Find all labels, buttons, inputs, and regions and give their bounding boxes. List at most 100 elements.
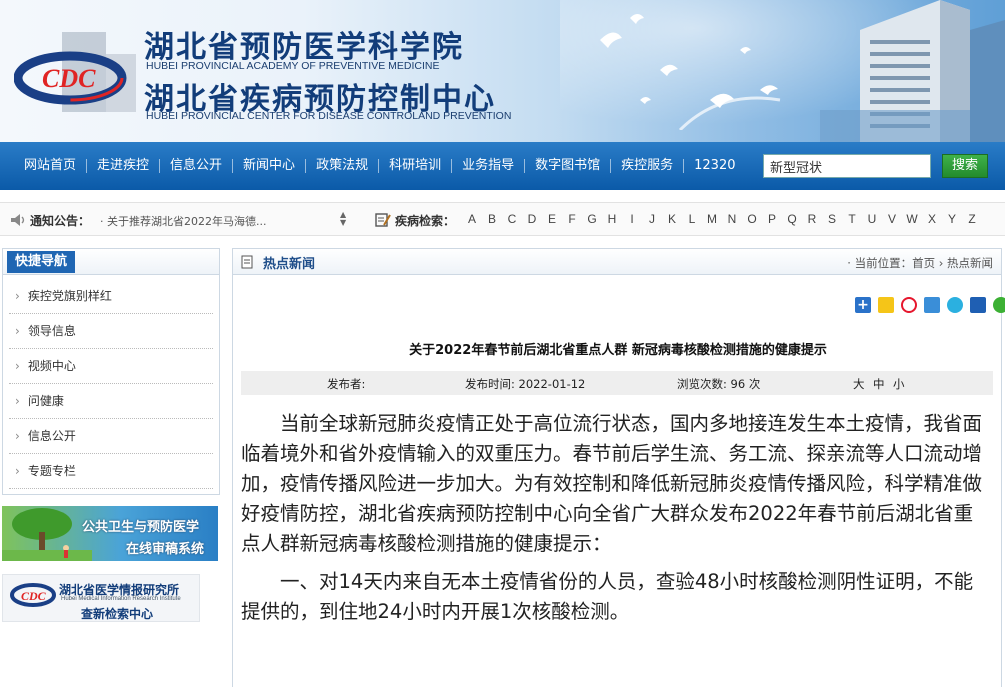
quick-nav-label: 问健康	[27, 394, 64, 408]
quick-nav-item[interactable]: › 问健康	[9, 384, 213, 419]
doves-illustration	[600, 14, 781, 130]
chevron-right-icon: ›	[15, 289, 20, 303]
letter-link[interactable]: I	[622, 212, 642, 226]
nav-item-research[interactable]: 科研培训	[378, 159, 451, 173]
nav-item-guidance[interactable]: 业务指导	[451, 159, 524, 173]
quick-nav-item[interactable]: › 视频中心	[9, 349, 213, 384]
novelty-search-banner[interactable]: CDC 湖北省医学情报研究所 Hubei Medical Information…	[2, 574, 200, 622]
letter-link[interactable]: X	[922, 212, 942, 226]
letter-link[interactable]: E	[542, 212, 562, 226]
nav-item-hotline[interactable]: 12320	[683, 159, 745, 173]
quick-nav-list: › 疾控党旗别样红 › 领导信息 › 视频中心 › 问健康 › 信息公开 › 专题专栏	[3, 275, 219, 489]
nav-item-policy[interactable]: 政策法规	[305, 159, 378, 173]
notice-scroll-arrows-icon[interactable]: ▲ ▼	[340, 211, 352, 227]
quick-nav-item[interactable]: › 疾控党旗别样红	[9, 279, 213, 314]
cdc-small-logo-icon: CDC	[10, 583, 56, 607]
article-paragraph: 一、对14天内来自无本土疫情省份的人员，查验48小时核酸检测阴性证明，不能提供的…	[241, 570, 974, 623]
font-size-small[interactable]: 小	[893, 376, 905, 392]
wechat-icon[interactable]	[993, 297, 1005, 313]
letter-link[interactable]: C	[502, 212, 522, 226]
letter-link[interactable]: Z	[962, 212, 982, 226]
article-paragraph: 当前全球新冠肺炎疫情正处于高位流行状态，国内多地接连发生本土疫情，我省面临着境外…	[241, 412, 983, 555]
letter-link[interactable]: B	[482, 212, 502, 226]
letter-link[interactable]: D	[522, 212, 542, 226]
chevron-right-icon: ›	[15, 394, 20, 408]
letter-link[interactable]: T	[842, 212, 862, 226]
building-illustration	[820, 0, 1005, 142]
letter-link[interactable]: O	[742, 212, 762, 226]
tencent-weibo-icon[interactable]	[924, 297, 940, 313]
chevron-right-icon: ›	[15, 429, 20, 443]
chevron-right-icon: ›	[15, 359, 20, 373]
search-input[interactable]	[763, 154, 931, 178]
site-banner: CDC 湖北省预防医学科学院 HUBEI PROVINCIAL ACADEMY …	[0, 0, 1005, 142]
novelty-search-line2: Hubei Medical Information Research Insti…	[61, 596, 181, 602]
letter-link[interactable]: Q	[782, 212, 802, 226]
share-toolbar: +	[855, 297, 1005, 313]
letter-link[interactable]: S	[822, 212, 842, 226]
nav-item-info-disclosure[interactable]: 信息公开	[159, 159, 232, 173]
meta-publisher: 发布者:	[327, 377, 366, 391]
breadcrumb-separator: ›	[935, 256, 947, 270]
article-body: 当前全球新冠肺炎疫情正处于高位流行状态，国内多地接连发生本土疫情，我省面临着境外…	[241, 409, 986, 635]
breadcrumb-current[interactable]: 热点新闻	[947, 256, 993, 270]
search-button[interactable]: 搜索	[942, 154, 988, 178]
breadcrumb: · 当前位置：首页 › 热点新闻	[847, 255, 993, 271]
share-plus-icon[interactable]: +	[855, 297, 871, 313]
letter-link[interactable]: Y	[942, 212, 962, 226]
letter-link[interactable]: L	[682, 212, 702, 226]
letter-link[interactable]: N	[722, 212, 742, 226]
review-system-line1: 公共卫生与预防医学	[82, 520, 200, 535]
svg-text:CDC: CDC	[21, 589, 47, 603]
letter-link[interactable]: M	[702, 212, 722, 226]
letter-link[interactable]: H	[602, 212, 622, 226]
disease-letter-index: A B C D E F G H I J K L M N O P Q R S T …	[462, 212, 982, 226]
letter-link[interactable]: R	[802, 212, 822, 226]
letter-link[interactable]: K	[662, 212, 682, 226]
letter-link[interactable]: A	[462, 212, 482, 226]
nav-item-services[interactable]: 疾控服务	[610, 159, 683, 173]
letter-link[interactable]: F	[562, 212, 582, 226]
meta-date: 发布时间: 2022-01-12	[465, 377, 586, 391]
letter-link[interactable]: P	[762, 212, 782, 226]
notice-bar: 通知公告： · 关于推荐湖北省2022年马海德... ▲ ▼ 疾病检索： A B …	[0, 202, 1005, 236]
letter-link[interactable]: G	[582, 212, 602, 226]
quick-nav-item[interactable]: › 领导信息	[9, 314, 213, 349]
article-title: 关于2022年春节前后湖北省重点人群 新冠病毒核酸检测措施的健康提示	[409, 343, 827, 358]
disease-search-label: 疾病检索：	[395, 214, 456, 228]
document-icon	[241, 255, 253, 269]
nav-item-library[interactable]: 数字图书馆	[524, 159, 610, 173]
quick-nav-item[interactable]: › 信息公开	[9, 419, 213, 454]
quick-nav-title: 快捷导航	[7, 251, 76, 273]
font-size-medium[interactable]: 中	[873, 376, 885, 392]
article-panel-header: 热点新闻 · 当前位置：首页 › 热点新闻	[233, 249, 1001, 275]
review-system-line2: 在线审稿系统	[126, 542, 205, 557]
cdc-logo-icon: CDC	[14, 32, 136, 112]
letter-link[interactable]: W	[902, 212, 922, 226]
qzone-icon[interactable]	[878, 297, 894, 313]
novelty-search-line3: 查新检索中心	[81, 607, 154, 621]
nav-item-news[interactable]: 新闻中心	[232, 159, 305, 173]
letter-link[interactable]: U	[862, 212, 882, 226]
font-size-large[interactable]: 大	[853, 376, 865, 392]
speaker-icon	[11, 214, 25, 226]
edit-search-icon	[375, 213, 391, 227]
quick-nav-label: 领导信息	[27, 324, 76, 338]
quick-nav-header: 快捷导航	[3, 249, 219, 275]
nav-item-home[interactable]: 网站首页	[14, 159, 86, 173]
meta-views: 浏览次数: 96 次	[677, 377, 761, 391]
letter-link[interactable]: J	[642, 212, 662, 226]
weibo-icon[interactable]	[901, 297, 917, 313]
notice-link[interactable]: · 关于推荐湖北省2022年马海德...	[100, 213, 290, 229]
breadcrumb-home[interactable]: 首页	[912, 256, 935, 270]
qq-icon[interactable]	[947, 297, 963, 313]
review-system-banner[interactable]: 公共卫生与预防医学 在线审稿系统	[2, 506, 218, 561]
quick-nav-item[interactable]: › 专题专栏	[9, 454, 213, 489]
article-panel: 热点新闻 · 当前位置：首页 › 热点新闻 + 关于2022年春节前后湖北省重点…	[232, 248, 1005, 687]
breadcrumb-prefix: · 当前位置：	[847, 256, 913, 270]
section-title: 热点新闻	[263, 257, 316, 272]
renren-icon[interactable]	[970, 297, 986, 313]
nav-item-about[interactable]: 走进疾控	[86, 159, 159, 173]
quick-nav-label: 信息公开	[27, 429, 76, 443]
letter-link[interactable]: V	[882, 212, 902, 226]
